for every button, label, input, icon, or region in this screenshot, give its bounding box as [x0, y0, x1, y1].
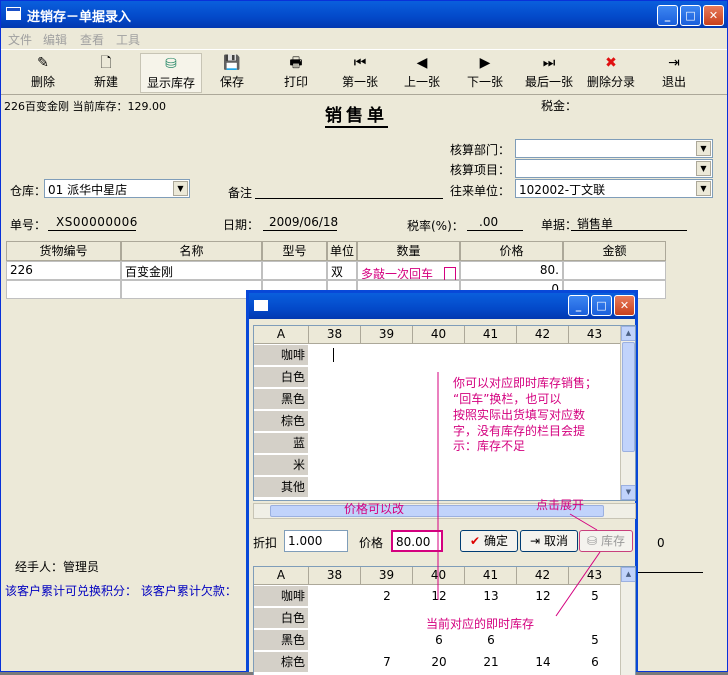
annotation-lines	[437, 372, 601, 617]
annotation-note: 你可以对应即时库存销售；	[453, 376, 598, 390]
price-annotation: 价格可以改	[344, 502, 405, 516]
annotation-line	[555, 551, 601, 617]
annotation-note: 示：库存不足	[453, 439, 526, 453]
annotation-note: 按照实际出货填写对应数	[453, 408, 586, 422]
expand-annotation: 点击展开	[536, 498, 585, 512]
annotation-note: “回车”换栏，也可以	[453, 392, 562, 406]
stock-annotation: 当前对应的即时库存	[426, 617, 535, 631]
annotation-line	[569, 513, 598, 531]
